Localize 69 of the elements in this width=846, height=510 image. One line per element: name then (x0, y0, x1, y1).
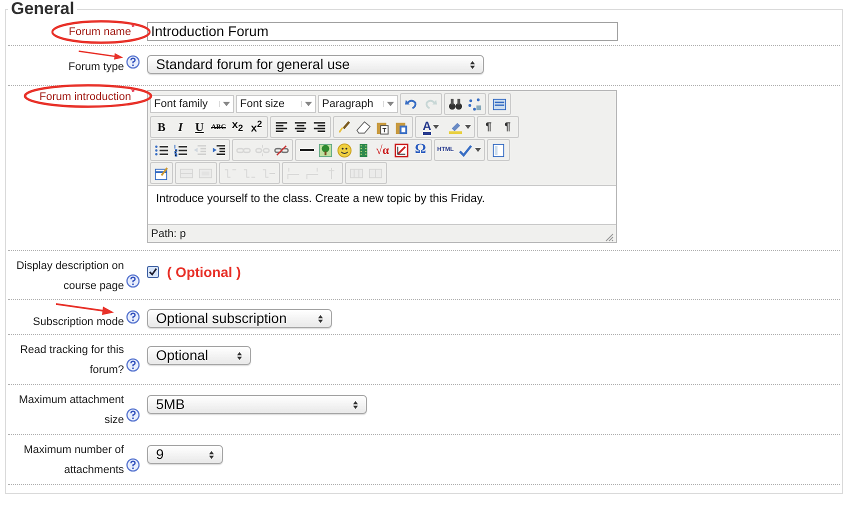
select-arrows-icon (470, 60, 475, 68)
brush-icon (337, 120, 352, 134)
section-heading: General (10, 0, 76, 18)
indent-icon (211, 142, 226, 158)
align-center-icon (293, 120, 308, 134)
select-arrows-icon (237, 352, 242, 360)
field-label: Forum type (68, 60, 124, 75)
editor-text-area[interactable]: Introduce yourself to the class. Create a new topic by this Friday. (148, 185, 616, 225)
broken-chain-icon (255, 142, 270, 158)
select-arrows-icon (209, 450, 214, 458)
field-label: Display description on course page (15, 259, 124, 294)
editor-dropdown[interactable]: Font size (236, 95, 316, 113)
dropdown[interactable]: Optional subscription (147, 309, 332, 328)
dropdown[interactable]: Optional (147, 346, 251, 365)
toolbar-button[interactable]: Ω (411, 141, 430, 159)
eraser-icon (356, 120, 371, 134)
align-right-icon (312, 120, 327, 134)
field-label: Read tracking for this forum? (20, 343, 124, 378)
toolbar-button[interactable]: x$^{2}$ (247, 118, 266, 136)
outdent-icon (192, 142, 207, 158)
toolbar-button[interactable]: x$_{2}$ (228, 118, 247, 136)
dropdown[interactable]: 5MB (147, 395, 367, 414)
dropdown[interactable]: Standard forum for general use (147, 55, 484, 74)
smiley-button[interactable] (335, 141, 354, 159)
tree-image-icon (318, 142, 333, 158)
field-label: Subscription mode (32, 315, 124, 330)
align-left-icon (274, 120, 289, 134)
tree-image-button[interactable] (316, 141, 335, 159)
element-path: Path: p (151, 228, 186, 240)
spellcheck-icon (458, 142, 472, 158)
toolbar-button[interactable]: √α (373, 141, 392, 159)
resize-grip-icon[interactable] (604, 232, 614, 242)
toolbar-button[interactable]: I (171, 118, 190, 136)
editor-text: Introduce yourself to the class. Create a new topic by this Friday. (156, 193, 485, 205)
layout-icon (491, 142, 506, 158)
dropdown[interactable]: 9 (147, 445, 223, 464)
help-icon[interactable] (126, 358, 140, 372)
smiley-icon (337, 142, 352, 158)
field-label: Maximum attachment size (18, 393, 124, 428)
toolbar-button[interactable]: U (190, 118, 209, 136)
checkbox[interactable] (147, 266, 159, 278)
binoculars-icon (448, 96, 463, 112)
crossed-square-icon (394, 142, 409, 158)
crossed-square-button[interactable] (392, 141, 411, 159)
numbered-list-icon (173, 142, 188, 158)
editor-dropdown[interactable]: Font family (150, 95, 234, 113)
insert-column-icon (286, 166, 301, 180)
replace-icon (467, 96, 482, 112)
chain-icon (274, 142, 289, 158)
select-arrows-icon (318, 314, 323, 322)
editor-dropdown[interactable]: Paragraph (318, 95, 398, 113)
help-icon[interactable] (126, 408, 140, 422)
toolbar-button[interactable]: ¶ (498, 118, 517, 136)
bullet-list-icon (154, 142, 169, 158)
toolbar-button[interactable]: B (152, 118, 171, 136)
insert-column-icon (305, 166, 320, 180)
window-icon (492, 96, 507, 112)
horizontal-rule-icon (300, 149, 314, 151)
help-icon[interactable] (126, 55, 140, 69)
optional-note: ( Optional ) (167, 264, 241, 280)
table-edit-icon (154, 166, 169, 180)
name-field[interactable]: Introduction Forum (147, 22, 618, 41)
toolbar-button[interactable]: ¶ (479, 118, 498, 136)
help-icon[interactable] (126, 310, 140, 324)
select-arrows-icon (353, 400, 358, 408)
help-icon[interactable] (126, 274, 140, 288)
help-icon[interactable] (126, 458, 140, 472)
toolbar-button[interactable]: A (417, 118, 445, 136)
field-label: Maximum number of attachments (22, 443, 124, 478)
